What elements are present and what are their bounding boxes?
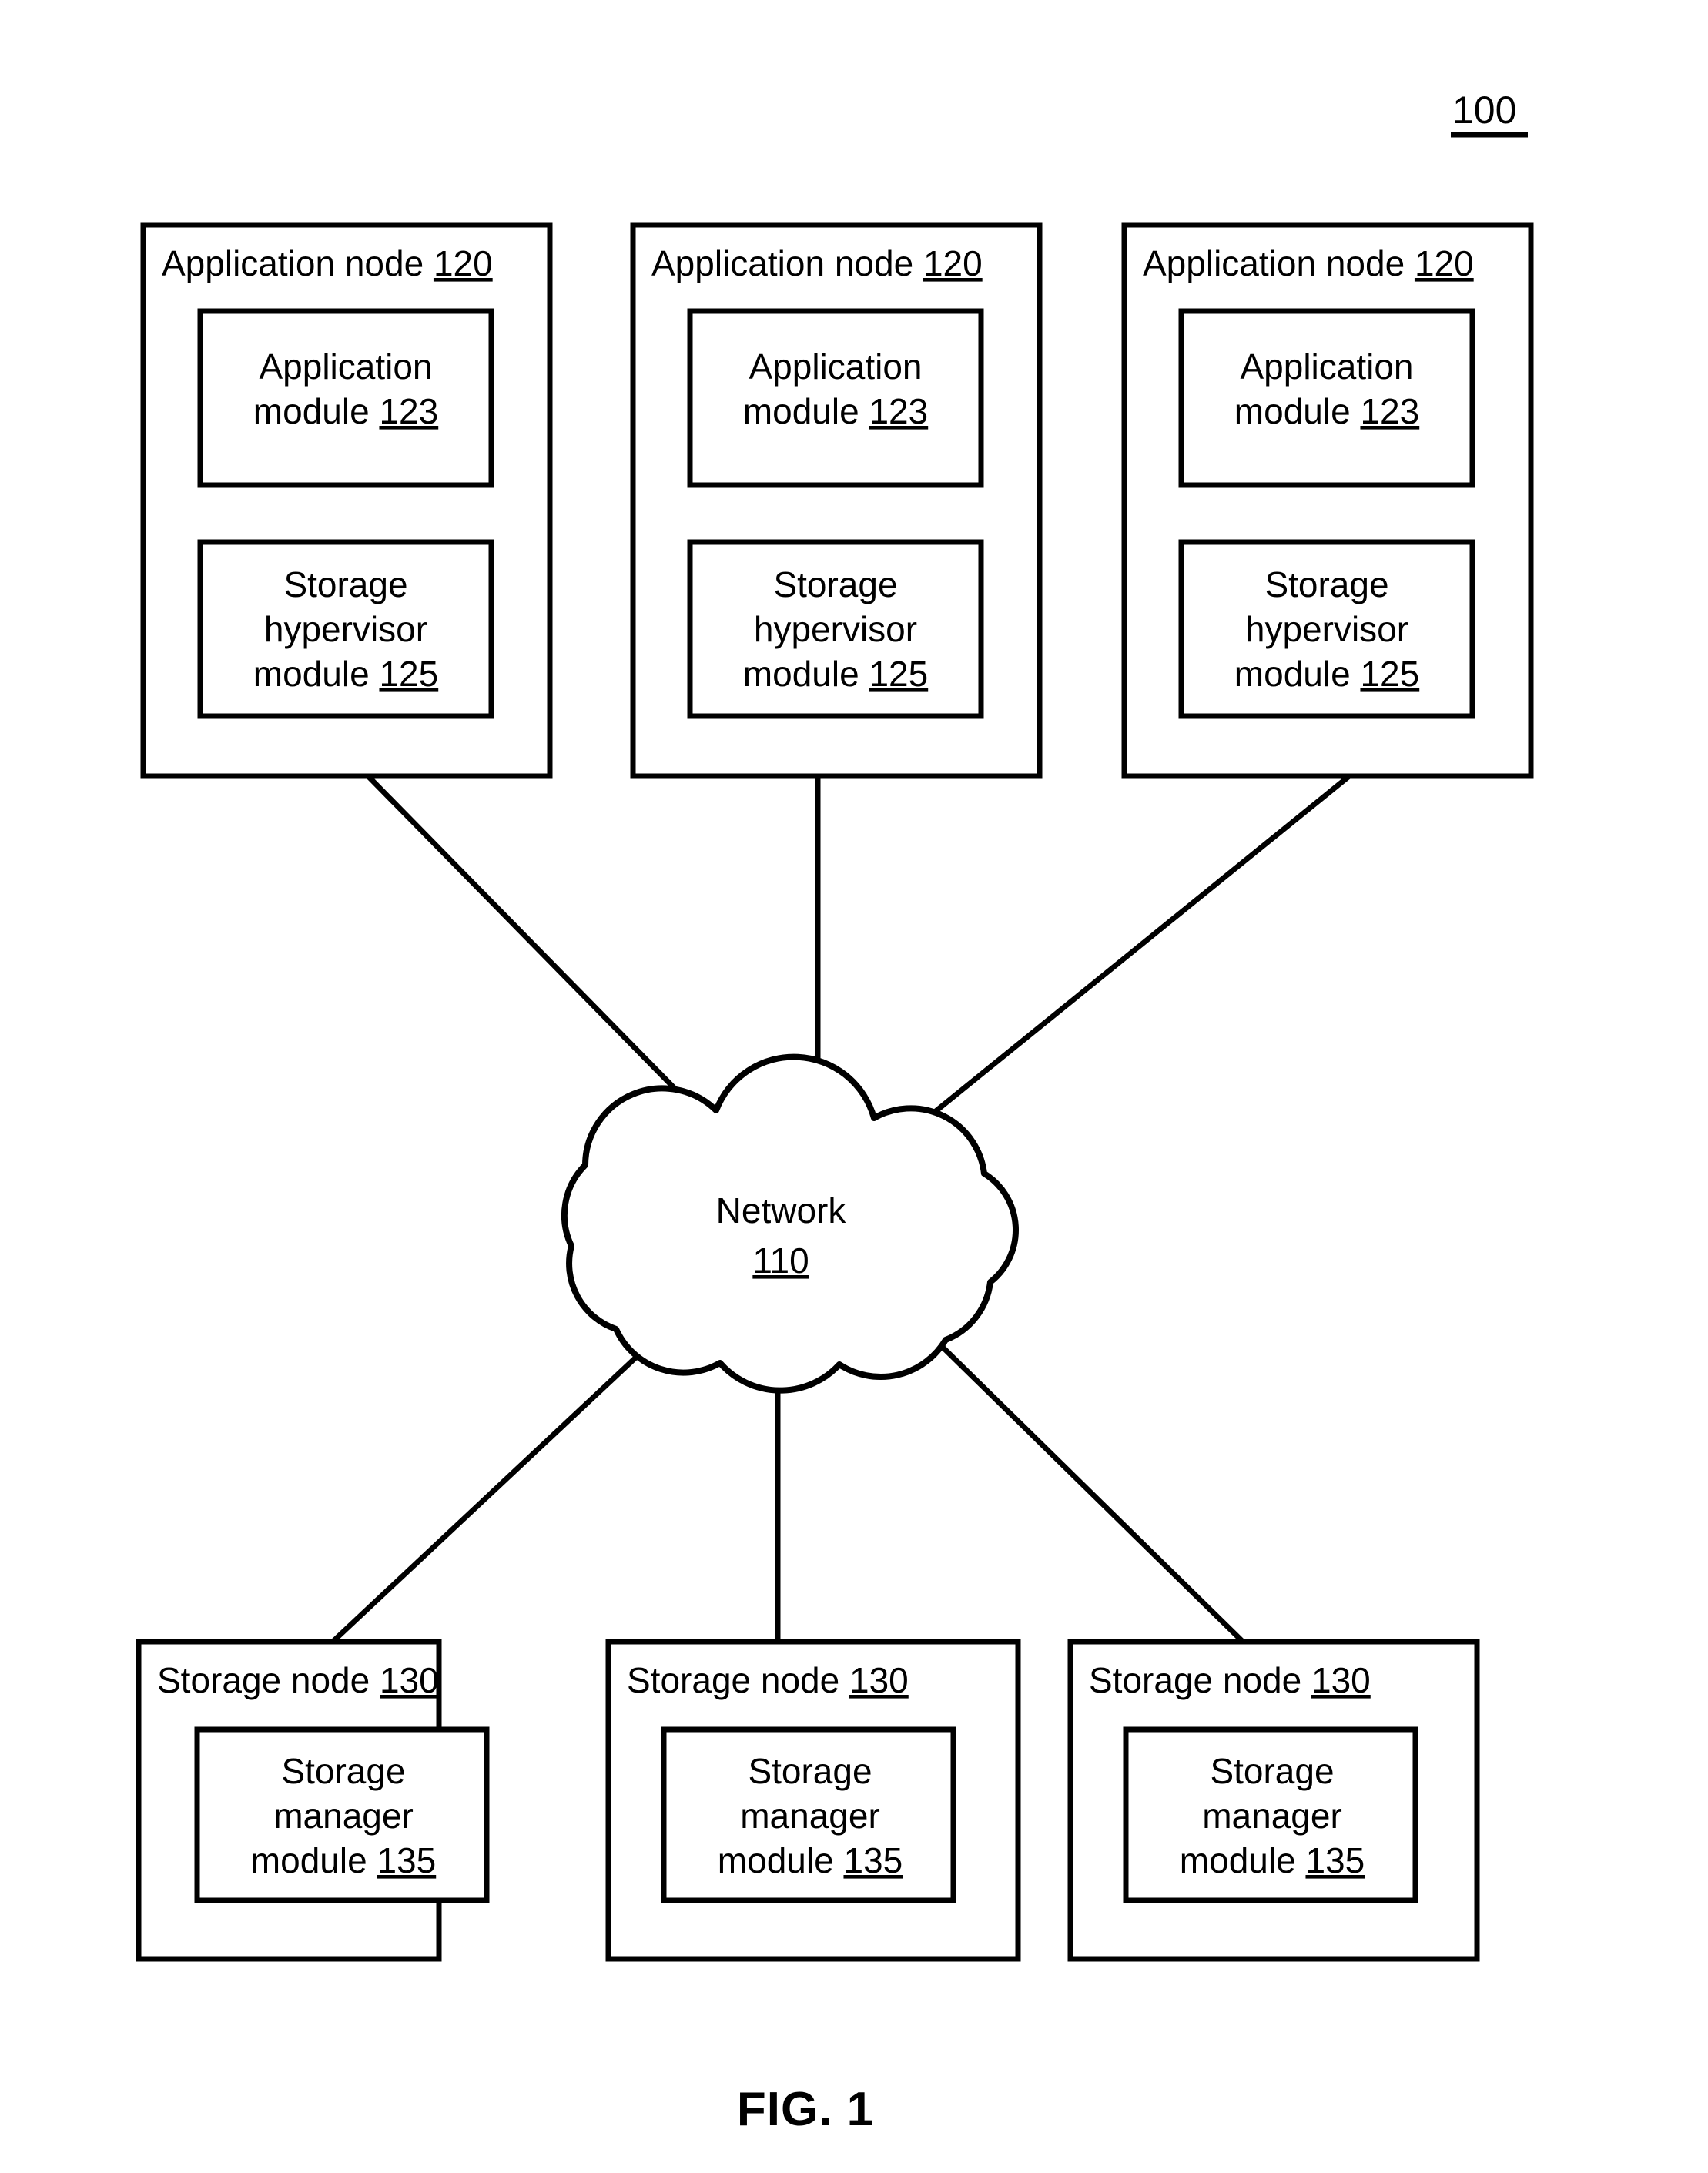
application-node-3-hypervisor-line-2: hypervisor xyxy=(1245,609,1408,649)
application-node-2-application-module-line-1: Application xyxy=(749,347,922,387)
storage-node-1-manager-line-3: module 135 xyxy=(251,1840,436,1880)
storage-node-3-manager-line-1: Storage xyxy=(1210,1751,1334,1791)
storage-node-2-manager-line-1: Storage xyxy=(748,1751,872,1791)
storage-node-1[interactable]: Storage node 130 Storage manager module … xyxy=(136,1639,490,1962)
application-node-3-title: Application node 120 xyxy=(1143,243,1474,283)
figure-number-text: 100 xyxy=(1452,89,1516,132)
storage-node-3-manager-line-2: manager xyxy=(1202,1796,1342,1836)
storage-node-2[interactable]: Storage node 130 Storage manager module … xyxy=(605,1639,1021,1962)
application-node-3[interactable]: Application node 120 Application module … xyxy=(1121,222,1534,779)
storage-node-2-manager-line-3: module 135 xyxy=(718,1840,903,1880)
application-node-2-application-module-line-2: module 123 xyxy=(743,391,928,431)
application-node-1-hypervisor-line-1: Storage xyxy=(283,564,407,604)
application-node-2-hypervisor-line-3: module 125 xyxy=(743,654,928,694)
application-node-2-title: Application node 120 xyxy=(651,243,983,283)
storage-node-2-title: Storage node 130 xyxy=(627,1660,909,1700)
storage-node-1-title: Storage node 130 xyxy=(157,1660,439,1700)
network-cloud[interactable]: Network 110 xyxy=(561,1053,1019,1394)
connector-network-to-storage-node-3 xyxy=(916,1321,1245,1644)
application-node-1-application-module-line-2: module 123 xyxy=(253,391,438,431)
application-node-1-hypervisor-line-2: hypervisor xyxy=(264,609,427,649)
application-node-2-hypervisor-line-2: hypervisor xyxy=(754,609,917,649)
storage-node-3-manager-line-3: module 135 xyxy=(1180,1840,1365,1880)
application-node-3-hypervisor-line-3: module 125 xyxy=(1234,654,1419,694)
connector-network-to-storage-node-1 xyxy=(330,1316,680,1644)
network-ref: 110 xyxy=(752,1241,809,1281)
application-node-3-application-module-line-1: Application xyxy=(1240,347,1413,387)
patent-figure-1: 100 Application node 120 Application mod… xyxy=(0,0,1708,2173)
storage-node-2-manager-line-2: manager xyxy=(740,1796,880,1836)
figure-canvas: 100 Application node 120 Application mod… xyxy=(136,89,1534,2136)
storage-node-3-title: Storage node 130 xyxy=(1089,1660,1371,1700)
storage-node-3[interactable]: Storage node 130 Storage manager module … xyxy=(1067,1639,1480,1962)
connector-app-node-1-to-network xyxy=(366,774,703,1117)
connector-app-node-3-to-network xyxy=(925,774,1351,1120)
application-node-2-hypervisor-line-1: Storage xyxy=(773,564,897,604)
application-node-3-hypervisor-line-1: Storage xyxy=(1264,564,1388,604)
figure-caption: FIG. 1 xyxy=(737,2083,874,2136)
application-node-1[interactable]: Application node 120 Application module … xyxy=(140,222,553,779)
application-node-1-title: Application node 120 xyxy=(162,243,493,283)
figure-number: 100 xyxy=(1451,89,1528,138)
storage-node-1-manager-line-1: Storage xyxy=(281,1751,405,1791)
application-node-1-application-module-line-1: Application xyxy=(259,347,432,387)
storage-node-1-manager-line-2: manager xyxy=(273,1796,414,1836)
network-label: Network xyxy=(716,1190,847,1230)
application-node-1-hypervisor-line-3: module 125 xyxy=(253,654,438,694)
application-node-3-application-module-line-2: module 123 xyxy=(1234,391,1419,431)
application-node-2[interactable]: Application node 120 Application module … xyxy=(630,222,1043,779)
